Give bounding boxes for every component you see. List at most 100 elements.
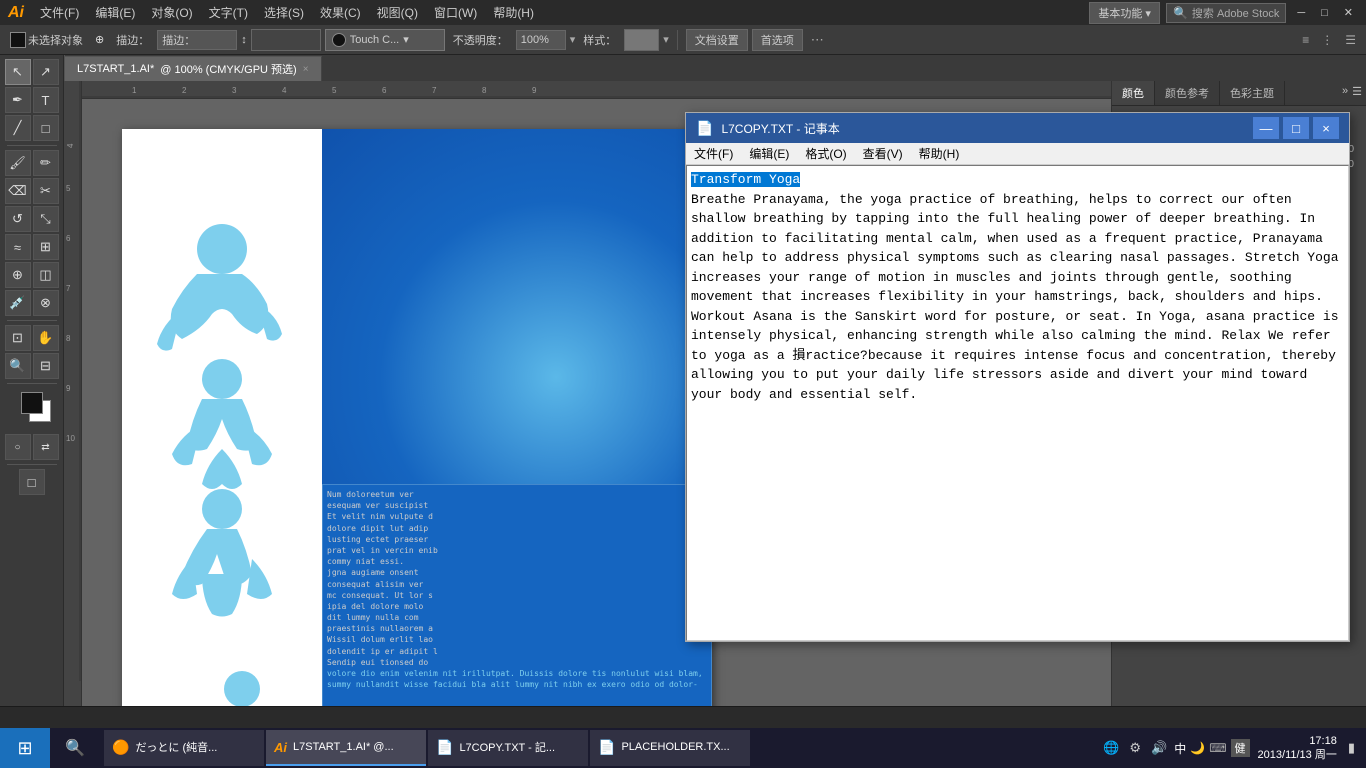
taskbar-placeholder-label: PLACEHOLDER.TX... bbox=[621, 741, 729, 753]
svg-text:6: 6 bbox=[382, 86, 387, 95]
search-icon: 🔍 bbox=[1173, 6, 1188, 20]
notepad-menubar: 文件(F) 编辑(E) 格式(O) 查看(V) 帮助(H) bbox=[686, 143, 1349, 165]
network-icon[interactable]: 🌐 bbox=[1100, 740, 1122, 756]
brush-selector[interactable]: Touch C... ▾ bbox=[325, 29, 445, 51]
notepad-menu-edit[interactable]: 编辑(E) bbox=[741, 143, 797, 164]
foreground-color[interactable] bbox=[21, 392, 43, 414]
stroke-color-box[interactable] bbox=[251, 29, 321, 51]
opacity-dropdown-icon[interactable]: ▾ bbox=[570, 33, 576, 46]
eyedropper-tool[interactable]: 💉 bbox=[5, 290, 31, 316]
warp-tool[interactable]: ≈ bbox=[5, 234, 31, 260]
window-maximize[interactable]: □ bbox=[1316, 5, 1333, 21]
notepad-menu-help[interactable]: 帮助(H) bbox=[911, 143, 968, 164]
start-button[interactable]: ⊞ bbox=[0, 728, 50, 768]
artboard-tool[interactable]: ⊟ bbox=[33, 353, 59, 379]
preferences-button[interactable]: 首选项 bbox=[752, 29, 803, 51]
doc-tab-close[interactable]: × bbox=[303, 64, 309, 75]
taskbar-search-btn[interactable]: 🔍 bbox=[50, 728, 100, 768]
notepad-minimize-btn[interactable]: — bbox=[1253, 117, 1279, 139]
scissors-tool[interactable]: ✂ bbox=[33, 178, 59, 204]
show-desktop-btn[interactable]: ▮ bbox=[1345, 740, 1358, 756]
align-icon[interactable]: ≡ bbox=[1298, 31, 1313, 49]
taskbar-ai-item[interactable]: Ai L7START_1.AI* @... bbox=[266, 730, 426, 766]
taskbar-music-item[interactable]: 🟠 だっとに (純音... bbox=[104, 730, 264, 766]
workspace-btn[interactable]: 基本功能 ▾ bbox=[1089, 2, 1160, 24]
notepad-maximize-btn[interactable]: □ bbox=[1283, 117, 1309, 139]
scale-tool[interactable]: ⤡ bbox=[33, 206, 59, 232]
notepad-menu-file[interactable]: 文件(F) bbox=[686, 143, 741, 164]
eraser-tool[interactable]: ⌫ bbox=[5, 178, 31, 204]
swap-colors-btn[interactable]: ⇄ bbox=[33, 434, 59, 460]
panel-tab-theme[interactable]: 色彩主题 bbox=[1220, 81, 1285, 105]
hamburger-icon[interactable]: ☰ bbox=[1341, 31, 1360, 49]
no-selection-label: 未选择对象 bbox=[28, 32, 83, 48]
direct-select-tool[interactable]: ↗ bbox=[33, 59, 59, 85]
stroke-input[interactable] bbox=[157, 30, 237, 50]
lorem-line-11: ipia del dolore molo bbox=[327, 601, 707, 612]
panel-tab-color-ref[interactable]: 颜色参考 bbox=[1155, 81, 1220, 105]
health-indicator[interactable]: 健 bbox=[1231, 739, 1250, 757]
menu-effect[interactable]: 效果(C) bbox=[312, 2, 369, 23]
notepad-close-btn[interactable]: × bbox=[1313, 117, 1339, 139]
window-minimize[interactable]: ─ bbox=[1292, 5, 1310, 21]
fill-none-btn[interactable]: ○ bbox=[5, 434, 31, 460]
line-tool[interactable]: ╱ bbox=[5, 115, 31, 141]
menu-edit[interactable]: 编辑(E) bbox=[87, 2, 143, 23]
doc-settings-button[interactable]: 文档设置 bbox=[686, 29, 748, 51]
pencil-tool[interactable]: ✏ bbox=[33, 150, 59, 176]
paintbrush-tool[interactable]: 🖌 bbox=[5, 150, 31, 176]
panel-icon-expand[interactable]: » bbox=[1342, 85, 1348, 101]
style-dropdown-icon[interactable]: ▾ bbox=[663, 33, 669, 46]
style-box[interactable] bbox=[624, 29, 659, 51]
lorem-line-2: esequam ver suscipist bbox=[327, 500, 707, 511]
canvas-lorem-block[interactable]: Num doloreetum ver esequam ver suscipist… bbox=[322, 484, 712, 728]
notepad-titlebar[interactable]: 📄 L7COPY.TXT - 记事本 — □ × bbox=[686, 113, 1349, 143]
blend-tool[interactable]: ⊗ bbox=[33, 290, 59, 316]
hand-tool[interactable]: ✋ bbox=[33, 325, 59, 351]
document-tab-active[interactable]: L7START_1.AI* @ 100% (CMYK/GPU 预选) × bbox=[65, 56, 322, 81]
zoom-tool[interactable]: 🔍 bbox=[5, 353, 31, 379]
lorem-line-8: jgna augiame onsent bbox=[327, 567, 707, 578]
notepad-title: L7COPY.TXT - 记事本 bbox=[721, 120, 1253, 137]
gradient-tool[interactable]: ◫ bbox=[33, 262, 59, 288]
menu-text[interactable]: 文字(T) bbox=[201, 2, 256, 23]
select-tool[interactable]: ↖ bbox=[5, 59, 31, 85]
shape-builder-tool[interactable]: ⊕ bbox=[5, 262, 31, 288]
notepad-menu-view[interactable]: 查看(V) bbox=[855, 143, 911, 164]
normal-view-btn[interactable]: □ bbox=[19, 469, 45, 495]
text-tool[interactable]: T bbox=[33, 87, 59, 113]
menu-help[interactable]: 帮助(H) bbox=[485, 2, 542, 23]
svg-text:5: 5 bbox=[66, 184, 71, 193]
search-placeholder[interactable]: 搜索 Adobe Stock bbox=[1192, 5, 1279, 21]
window-close[interactable]: ✕ bbox=[1339, 4, 1358, 21]
moon-icon[interactable]: 🌙 bbox=[1190, 741, 1205, 755]
notepad-menu-format[interactable]: 格式(O) bbox=[797, 143, 854, 164]
more-options-icon[interactable]: ⋯ bbox=[811, 32, 824, 48]
volume-icon[interactable]: 🔊 bbox=[1148, 740, 1170, 756]
opacity-input[interactable] bbox=[516, 30, 566, 50]
menu-window[interactable]: 窗口(W) bbox=[426, 2, 485, 23]
ime-button[interactable]: 中 bbox=[1174, 740, 1186, 757]
rect-tool[interactable]: □ bbox=[33, 115, 59, 141]
taskbar-notepad-item[interactable]: 📄 L7COPY.TXT - 記... bbox=[428, 730, 588, 766]
slice-tool[interactable]: ⊡ bbox=[5, 325, 31, 351]
taskbar-placeholder-item[interactable]: 📄 PLACEHOLDER.TX... bbox=[590, 730, 750, 766]
menu-file[interactable]: 文件(F) bbox=[32, 2, 87, 23]
taskbar-right: 🌐 ⚙ 🔊 中 🌙 ⌨ 健 17:18 2013/11/13 周一 ▮ bbox=[1092, 734, 1366, 763]
free-transform-tool[interactable]: ⊞ bbox=[33, 234, 59, 260]
doc-tab-detail: @ 100% (CMYK/GPU 预选) bbox=[160, 61, 296, 77]
panel-tab-color[interactable]: 颜色 bbox=[1112, 81, 1155, 105]
rotate-tool[interactable]: ↺ bbox=[5, 206, 31, 232]
notepad-text-content[interactable]: Transform Yoga Breathe Pranayama, the yo… bbox=[686, 165, 1349, 641]
pen-tool[interactable]: ✒ bbox=[5, 87, 31, 113]
keyboard-icon[interactable]: ⌨ bbox=[1209, 741, 1226, 755]
stroke-arrows[interactable]: ↕ bbox=[241, 34, 247, 46]
menu-view[interactable]: 视图(Q) bbox=[369, 2, 426, 23]
settings-icon[interactable]: ⚙ bbox=[1126, 740, 1144, 756]
menu-select[interactable]: 选择(S) bbox=[256, 2, 312, 23]
menu-object[interactable]: 对象(O) bbox=[143, 2, 200, 23]
panel-icon-menu[interactable]: ☰ bbox=[1352, 85, 1362, 101]
more-icon[interactable]: ⋮ bbox=[1317, 31, 1337, 49]
lorem-line-selected-2: summy nullandit wisse facidui bla alit l… bbox=[327, 679, 707, 690]
system-clock[interactable]: 17:18 2013/11/13 周一 bbox=[1254, 734, 1341, 763]
